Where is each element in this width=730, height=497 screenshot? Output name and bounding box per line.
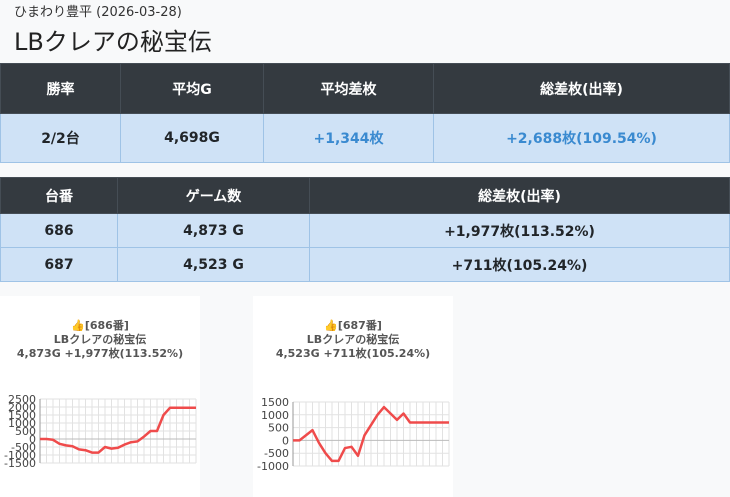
- summary-row: 2/2台 4,698G +1,344枚 +2,688枚(109.54%): [0, 113, 730, 163]
- summary-winrate: 2/2台: [0, 113, 121, 163]
- summary-header-winrate: 勝率: [0, 63, 121, 114]
- summary-avg-games: 4,698G: [120, 113, 264, 163]
- line-chart-686: 25002000150010005000-500-1000-1500: [4, 393, 197, 470]
- y-tick-label: 0: [282, 434, 289, 447]
- y-tick-label: -1000: [257, 460, 289, 473]
- y-tick-label: 500: [268, 422, 289, 435]
- machines-table: 台番 ゲーム数 総差枚(出率) 686 4,873 G +1,977枚(113.…: [0, 177, 730, 282]
- y-tick-label: 1000: [261, 409, 289, 422]
- line-chart-687: 150010005000-500-1000: [257, 396, 450, 473]
- y-tick-label: -500: [264, 447, 289, 460]
- y-tick-label: -1500: [4, 457, 36, 470]
- chart-card-686: 👍[686番] LBクレアの秘宝伝 4,873G +1,977枚(113.52%…: [0, 296, 200, 497]
- machines-header-total-diff: 総差枚(出率): [309, 177, 730, 214]
- machine-games: 4,873 G: [117, 213, 310, 248]
- machine-number: 686: [0, 213, 118, 248]
- machines-header-number: 台番: [0, 177, 118, 214]
- table-row[interactable]: 687 4,523 G +711枚(105.24%): [0, 247, 730, 282]
- machine-total-diff: +1,977枚(113.52%): [309, 213, 730, 248]
- summary-header-avg-diff: 平均差枚: [263, 63, 434, 114]
- summary-avg-diff: +1,344枚: [263, 113, 434, 163]
- summary-header-total-diff: 総差枚(出率): [433, 63, 730, 114]
- table-row[interactable]: 686 4,873 G +1,977枚(113.52%): [0, 213, 730, 248]
- machine-total-diff: +711枚(105.24%): [309, 247, 730, 282]
- machine-number: 687: [0, 247, 118, 282]
- summary-table: 勝率 平均G 平均差枚 総差枚(出率) 2/2台 4,698G +1,344枚 …: [0, 63, 730, 163]
- chart-card-687: 👍[687番] LBクレアの秘宝伝 4,523G +711枚(105.24%) …: [253, 296, 453, 497]
- y-tick-label: 1500: [261, 396, 289, 409]
- summary-header-avg-games: 平均G: [120, 63, 264, 114]
- summary-total-diff: +2,688枚(109.54%): [433, 113, 730, 163]
- machine-games: 4,523 G: [117, 247, 310, 282]
- machines-header-games: ゲーム数: [117, 177, 310, 214]
- page-title: LBクレアの秘宝伝: [14, 28, 212, 56]
- store-date: ひまわり豊平 (2026-03-28): [14, 5, 182, 20]
